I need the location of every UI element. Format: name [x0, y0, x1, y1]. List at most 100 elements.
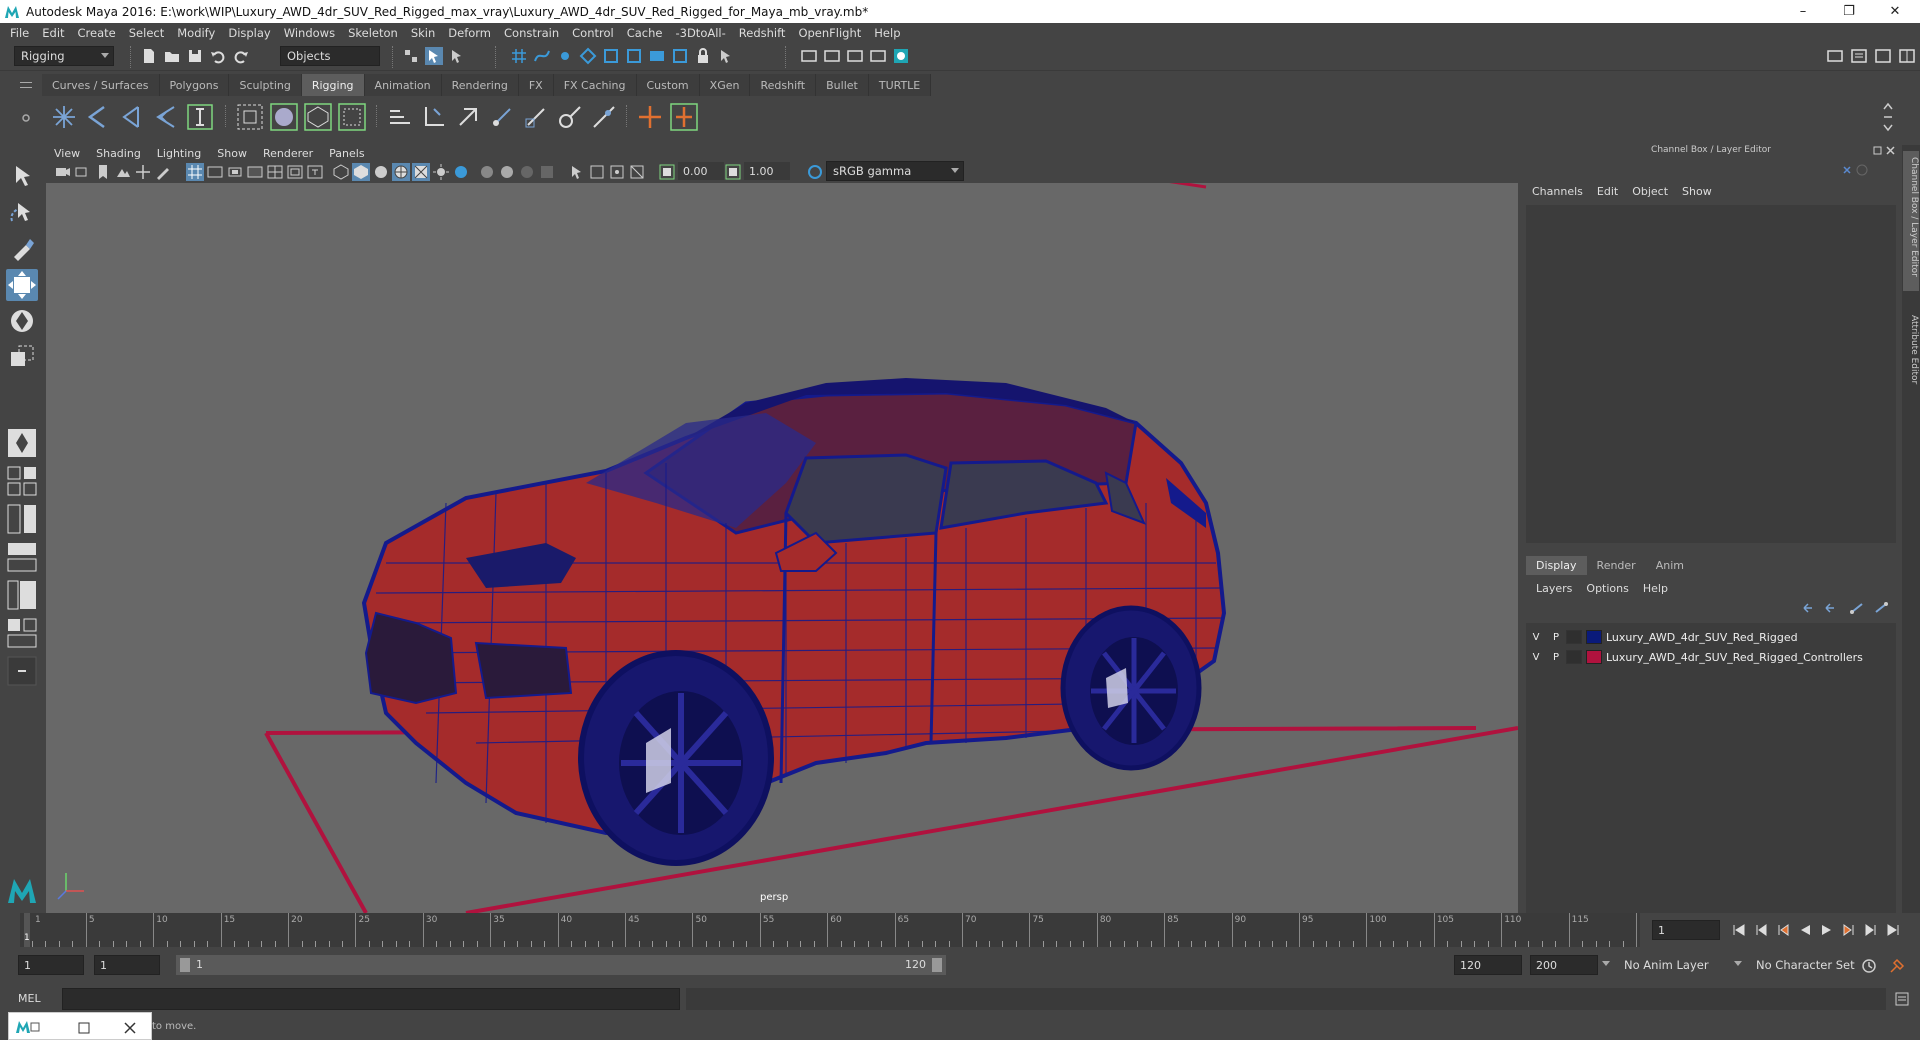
- anti-alias-icon[interactable]: [518, 163, 536, 181]
- select-object-icon[interactable]: [425, 47, 443, 65]
- menu-select[interactable]: Select: [129, 26, 164, 40]
- shelf-tab-polygons[interactable]: Polygons: [159, 74, 230, 96]
- layer-color-swatch[interactable]: [1586, 650, 1602, 664]
- open-scene-icon[interactable]: [163, 47, 181, 65]
- menu-display[interactable]: Display: [228, 26, 270, 40]
- new-scene-icon[interactable]: [140, 47, 158, 65]
- layer-tab-anim[interactable]: Anim: [1646, 556, 1694, 575]
- viewport-menu-panels[interactable]: Panels: [329, 147, 364, 160]
- menu-file[interactable]: File: [10, 26, 29, 40]
- lattice-icon[interactable]: [304, 103, 332, 131]
- layer-menu-options[interactable]: Options: [1586, 582, 1628, 595]
- paint-select-icon[interactable]: [6, 233, 38, 265]
- orient-constraint-icon[interactable]: [522, 103, 550, 131]
- render-frame-icon[interactable]: [800, 47, 818, 65]
- film-gate-icon[interactable]: [206, 163, 224, 181]
- pole-vector-icon[interactable]: [590, 103, 618, 131]
- exposure-field[interactable]: 0.00: [678, 162, 724, 180]
- grid-toggle-icon[interactable]: [186, 163, 204, 181]
- soft-mod-icon[interactable]: [270, 103, 298, 131]
- viewport-menu-renderer[interactable]: Renderer: [263, 147, 313, 160]
- outliner-layout-icon[interactable]: [6, 579, 38, 611]
- menu-deform[interactable]: Deform: [448, 26, 491, 40]
- command-input[interactable]: [62, 988, 680, 1010]
- shelf-tab-fx[interactable]: FX: [518, 74, 554, 96]
- menu-skin[interactable]: Skin: [411, 26, 435, 40]
- xray-icon[interactable]: [588, 163, 606, 181]
- menu-help[interactable]: Help: [874, 26, 900, 40]
- textured-icon[interactable]: [412, 163, 430, 181]
- two-view-layout-icon[interactable]: [6, 503, 38, 535]
- wrap-deformer-icon[interactable]: [338, 103, 366, 131]
- bookmark-icon[interactable]: [94, 163, 112, 181]
- select-lock-icon[interactable]: [717, 47, 735, 65]
- view-transform-dropdown[interactable]: sRGB gamma: [826, 161, 964, 181]
- viewport-menu-shading[interactable]: Shading: [96, 147, 141, 160]
- menu-edit[interactable]: Edit: [42, 26, 64, 40]
- auto-key-icon[interactable]: [1860, 957, 1878, 975]
- undo-icon[interactable]: [209, 47, 227, 65]
- wireframe-icon[interactable]: [332, 163, 350, 181]
- field-chart-icon[interactable]: [266, 163, 284, 181]
- camera-icon[interactable]: [54, 163, 72, 181]
- select-component-icon[interactable]: [448, 47, 466, 65]
- channel-box-options-icon[interactable]: [1840, 163, 1870, 177]
- menu-control[interactable]: Control: [572, 26, 614, 40]
- side-tab-channel-box[interactable]: Channel Box / Layer Editor: [1903, 151, 1919, 291]
- range-slider[interactable]: 1 120: [176, 955, 946, 975]
- side-tab-attribute-editor[interactable]: Attribute Editor: [1903, 309, 1919, 409]
- go-to-start-icon[interactable]: [1732, 923, 1746, 937]
- xray-joints-icon[interactable]: [608, 163, 626, 181]
- anim-layer-dropdown[interactable]: No Anim Layer: [1602, 955, 1740, 975]
- gamma-icon[interactable]: [724, 163, 742, 181]
- redo-icon[interactable]: [232, 47, 250, 65]
- gamma-field[interactable]: 1.00: [744, 162, 790, 180]
- aim-constraint-icon[interactable]: [556, 103, 584, 131]
- screen-space-ao-icon[interactable]: [478, 163, 496, 181]
- hypershade-icon[interactable]: [869, 47, 887, 65]
- shelf-menu-icon[interactable]: [20, 82, 32, 88]
- xray-components-icon[interactable]: [628, 163, 646, 181]
- viewport-menu-show[interactable]: Show: [217, 147, 247, 160]
- scale-tool-icon[interactable]: [6, 341, 38, 373]
- layer-playback-toggle[interactable]: P: [1546, 632, 1566, 643]
- play-backwards-icon[interactable]: [1798, 923, 1812, 937]
- two-d-pan-icon[interactable]: [134, 163, 152, 181]
- step-forward-key-icon[interactable]: [1842, 923, 1856, 937]
- menu-constrain[interactable]: Constrain: [504, 26, 559, 40]
- render-settings-icon[interactable]: [846, 47, 864, 65]
- motion-blur-icon[interactable]: [498, 163, 516, 181]
- animation-preferences-icon[interactable]: [1888, 957, 1906, 975]
- shelf-tab-sculpting[interactable]: Sculpting: [229, 74, 302, 96]
- layer-visibility-toggle[interactable]: V: [1526, 632, 1546, 643]
- close-icon[interactable]: [123, 1021, 137, 1035]
- layer-tab-display[interactable]: Display: [1526, 556, 1587, 575]
- play-forwards-icon[interactable]: [1820, 923, 1834, 937]
- current-frame-field[interactable]: 1: [1652, 920, 1720, 940]
- menu-skeleton[interactable]: Skeleton: [348, 26, 398, 40]
- layer-display-type[interactable]: [1566, 630, 1582, 644]
- color-management-icon[interactable]: [806, 163, 824, 181]
- gate-mask-icon[interactable]: [246, 163, 264, 181]
- ipr-render-icon[interactable]: [823, 47, 841, 65]
- four-view-layout-icon[interactable]: [6, 465, 38, 497]
- select-tool-icon[interactable]: [6, 161, 38, 193]
- paint-weights-icon[interactable]: [420, 103, 448, 131]
- rotate-tool-icon[interactable]: [6, 305, 38, 337]
- viewport-menu-lighting[interactable]: Lighting: [157, 147, 201, 160]
- workspace-icon[interactable]: [1826, 47, 1844, 65]
- playback-start-field[interactable]: 1: [94, 955, 160, 975]
- locator-icon[interactable]: [636, 103, 664, 131]
- restore-button[interactable]: ❐: [1826, 0, 1872, 23]
- layer-menu-layers[interactable]: Layers: [1536, 582, 1572, 595]
- shelf-tab-xgen[interactable]: XGen: [699, 74, 751, 96]
- new-layer-selected-icon[interactable]: [1875, 602, 1888, 613]
- depth-of-field-icon[interactable]: [538, 163, 556, 181]
- ik-handle-icon[interactable]: [84, 103, 112, 131]
- step-back-key-icon[interactable]: [1776, 923, 1790, 937]
- tool-settings-toggle-icon[interactable]: [1874, 47, 1892, 65]
- script-editor-icon[interactable]: [1894, 991, 1910, 1007]
- playback-end-field[interactable]: 120: [1454, 955, 1522, 975]
- menu-3dtoall[interactable]: -3DtoAll-: [675, 26, 725, 40]
- shelf-tab-bullet[interactable]: Bullet: [816, 74, 869, 96]
